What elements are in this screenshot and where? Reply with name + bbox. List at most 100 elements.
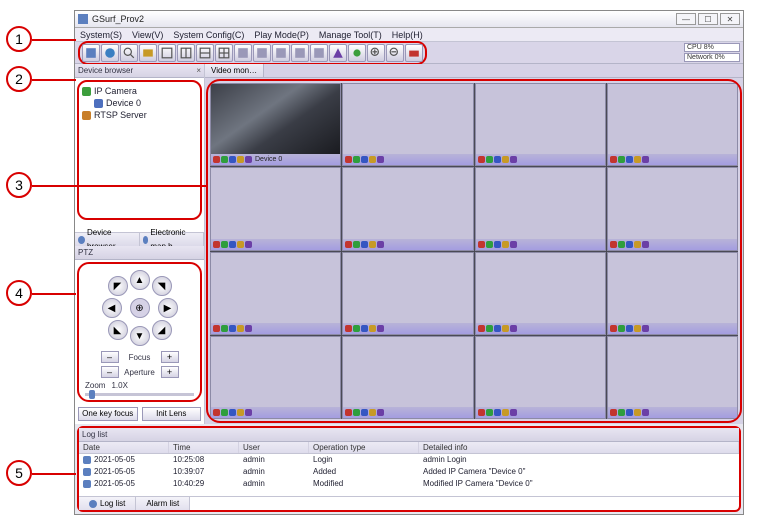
tool-grid5-icon[interactable]: [234, 44, 252, 62]
cell-status-icon: [221, 325, 228, 332]
tab-label: Log list: [100, 497, 125, 511]
log-row-icon: [83, 456, 91, 464]
one-key-focus-button[interactable]: One key focus: [78, 407, 138, 421]
lead-2: [32, 79, 76, 81]
focus-minus-button[interactable]: –: [101, 351, 119, 363]
col-op[interactable]: Operation type: [309, 442, 419, 453]
video-cell[interactable]: [607, 336, 738, 419]
tool-grid25-icon[interactable]: [291, 44, 309, 62]
ptz-upright-button[interactable]: ◥: [152, 276, 172, 296]
zoom-value: 1.0X: [111, 381, 127, 390]
tool-system-icon[interactable]: [82, 44, 100, 62]
menu-manage-tool[interactable]: Manage Tool(T): [314, 28, 387, 41]
video-cell-bar: [343, 154, 472, 165]
cell-status-icon: [213, 241, 220, 248]
zoom-label: Zoom: [85, 381, 105, 390]
menu-view[interactable]: View(V): [127, 28, 168, 41]
video-cell[interactable]: [475, 252, 606, 335]
tool-grid9-icon[interactable]: [253, 44, 271, 62]
video-cell[interactable]: [342, 336, 473, 419]
ptz-upleft-button[interactable]: ◤: [108, 276, 128, 296]
col-date[interactable]: Date: [79, 442, 169, 453]
tool-grid36-icon[interactable]: [310, 44, 328, 62]
col-time[interactable]: Time: [169, 442, 239, 453]
cell-status-icon: [502, 241, 509, 248]
cell-status-icon: [369, 156, 376, 163]
tool-layout1-icon[interactable]: [158, 44, 176, 62]
close-button[interactable]: ✕: [720, 13, 740, 25]
log-user: admin: [239, 478, 309, 490]
menu-system[interactable]: System(S): [75, 28, 127, 41]
video-cell[interactable]: [210, 167, 341, 250]
tool-preset-icon[interactable]: [329, 44, 347, 62]
maximize-button[interactable]: ☐: [698, 13, 718, 25]
ptz-right-button[interactable]: ▶: [158, 298, 178, 318]
cell-status-icon: [478, 241, 485, 248]
menu-system-config[interactable]: System Config(C): [168, 28, 249, 41]
video-cell[interactable]: [475, 336, 606, 419]
log-row[interactable]: 2021-05-0510:40:29adminModifiedModified …: [79, 478, 739, 490]
tool-grid3-icon[interactable]: [196, 44, 214, 62]
video-cell[interactable]: [607, 252, 738, 335]
init-lens-button[interactable]: Init Lens: [142, 407, 202, 421]
tab-alarm-list[interactable]: Alarm list: [136, 497, 190, 510]
ptz-center-button[interactable]: ⊕: [130, 298, 150, 318]
video-cell[interactable]: [210, 336, 341, 419]
ptz-up-button[interactable]: ▲: [130, 270, 150, 290]
aperture-minus-button[interactable]: –: [101, 366, 119, 378]
menu-help[interactable]: Help(H): [387, 28, 428, 41]
tool-zoom-out-icon[interactable]: [386, 44, 404, 62]
callout-5: 5: [6, 460, 32, 486]
log-row[interactable]: 2021-05-0510:25:08adminLoginadmin Login: [79, 454, 739, 466]
video-cell[interactable]: [210, 252, 341, 335]
ptz-downleft-button[interactable]: ◣: [108, 320, 128, 340]
ptz-downright-button[interactable]: ◢: [152, 320, 172, 340]
ptz-down-button[interactable]: ▼: [130, 326, 150, 346]
video-cell[interactable]: [607, 167, 738, 250]
log-row[interactable]: 2021-05-0510:39:07adminAddedAdded IP Cam…: [79, 466, 739, 478]
minimize-button[interactable]: —: [676, 13, 696, 25]
tool-grid4-icon[interactable]: [215, 44, 233, 62]
video-cell[interactable]: [607, 83, 738, 166]
cell-status-icon: [229, 409, 236, 416]
lead-4: [32, 293, 76, 295]
video-thumbnail: [211, 84, 340, 154]
col-user[interactable]: User: [239, 442, 309, 453]
ptz-left-button[interactable]: ◀: [102, 298, 122, 318]
tab-device-browser[interactable]: Device browser: [75, 233, 140, 246]
tab-log-list[interactable]: Log list: [79, 497, 136, 510]
zoom-slider-thumb[interactable]: [89, 390, 95, 399]
device-browser-close-icon[interactable]: ×: [196, 64, 201, 78]
main-toolbar: [78, 41, 427, 65]
device-browser-header: Device browser ×: [75, 64, 204, 78]
log-date: 2021-05-05: [94, 454, 135, 466]
menu-play-mode[interactable]: Play Mode(P): [249, 28, 314, 41]
video-cell[interactable]: Device 0: [210, 83, 341, 166]
tree-rtsp-server[interactable]: RTSP Server: [82, 109, 197, 121]
tool-grid16-icon[interactable]: [272, 44, 290, 62]
cell-status-icon: [345, 156, 352, 163]
col-info[interactable]: Detailed info: [419, 442, 739, 453]
video-cell[interactable]: [342, 167, 473, 250]
video-cell[interactable]: [342, 83, 473, 166]
video-cell[interactable]: [342, 252, 473, 335]
video-tab-monitor[interactable]: Video mon…: [205, 64, 264, 77]
tab-electronic-map[interactable]: Electronic map b…: [140, 233, 205, 246]
server-icon: [82, 111, 91, 120]
tree-device-0[interactable]: Device 0: [82, 97, 197, 109]
focus-plus-button[interactable]: +: [161, 351, 179, 363]
tool-zoom-in-icon[interactable]: [367, 44, 385, 62]
tool-config-icon[interactable]: [139, 44, 157, 62]
tool-globe-icon[interactable]: [101, 44, 119, 62]
tool-search-icon[interactable]: [120, 44, 138, 62]
zoom-slider[interactable]: [85, 393, 194, 396]
tool-layout2-icon[interactable]: [177, 44, 195, 62]
video-cell[interactable]: [475, 83, 606, 166]
video-cell[interactable]: [475, 167, 606, 250]
tool-tour-icon[interactable]: [348, 44, 366, 62]
log-panel: Log list Date Time User Operation type D…: [77, 426, 741, 512]
aperture-plus-button[interactable]: +: [161, 366, 179, 378]
tree-ip-camera[interactable]: IP Camera: [82, 85, 197, 97]
tool-snapshot-icon[interactable]: [405, 44, 423, 62]
tree-label: Device 0: [106, 98, 141, 108]
